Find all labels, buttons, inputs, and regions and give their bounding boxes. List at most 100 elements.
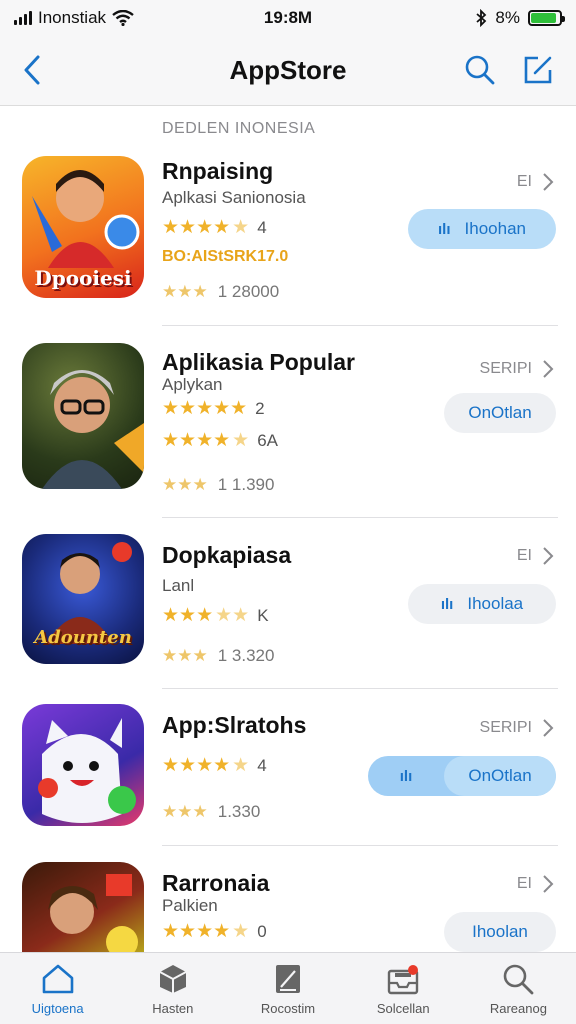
app-row[interactable]: Aplikasia Popular Aplykan ★★★★★ 2 ★★★★ ★ …	[0, 343, 576, 513]
page-title: AppStore	[229, 55, 347, 85]
app-row[interactable]: Dpooiesi Rnpaising Aplkasi Sanionosia ★★…	[0, 156, 576, 326]
price-label[interactable]: SERIPI	[480, 359, 554, 379]
app-icon: Adounten	[22, 534, 144, 664]
review-stars: ★★★ 1 3.320	[162, 646, 274, 666]
bars-icon: ılı	[438, 220, 451, 238]
price-text: EI	[516, 875, 532, 892]
get-button-label: Ihoolan	[472, 922, 528, 941]
wifi-icon	[112, 10, 134, 26]
app-row[interactable]: Adounten Dopkapiasa Lanl ★★★ ★★ K ★★★ 1 3…	[0, 534, 576, 684]
chevron-right-icon	[543, 719, 554, 737]
get-button[interactable]: ılı Ihoohan	[408, 209, 556, 249]
app-icon: Dpooiesi	[22, 156, 144, 298]
battery-fill	[531, 13, 557, 23]
price-text: EI	[516, 173, 532, 190]
get-button-label: OnOtlan	[468, 403, 532, 422]
battery-icon	[528, 10, 565, 26]
app-icon	[22, 343, 144, 489]
tab-label: Hasten	[152, 1001, 194, 1016]
price-label[interactable]: SERIPI	[480, 718, 554, 738]
chevron-right-icon	[543, 875, 554, 893]
price-text: SERIPI	[479, 360, 532, 377]
back-button[interactable]	[12, 50, 52, 90]
app-subtitle: Aplykan	[162, 375, 223, 394]
app-name: Rnpaising	[162, 158, 274, 184]
carrier-name: Inonstiak	[38, 8, 107, 27]
search-icon	[504, 964, 534, 995]
bars-icon: ılı	[440, 595, 454, 613]
rating-count: 0	[257, 921, 267, 941]
price-text: EI	[516, 547, 532, 564]
battery-percent: 8%	[495, 8, 520, 27]
section-header: DEDLEN INONESIA	[162, 120, 316, 137]
rating-count: 2	[255, 398, 265, 418]
rating-count: 4	[257, 755, 267, 775]
rating-count: 4	[257, 217, 267, 237]
star-rating: ★★★★ ★ 4	[162, 754, 267, 777]
tab-search[interactable]: Rareanog	[461, 953, 576, 1024]
tab-label: Rocostim	[260, 1001, 316, 1016]
get-button[interactable]: OnOtlan	[444, 393, 556, 433]
home-icon	[42, 964, 73, 994]
get-button-label: OnOtlan	[444, 756, 556, 796]
tab-notes[interactable]: Rocostim	[230, 953, 345, 1024]
tab-label: Uigtoena	[31, 1001, 84, 1016]
star-half-icon: ★	[232, 755, 250, 776]
get-button[interactable]: ılı OnOtlan	[368, 756, 556, 796]
search-icon	[465, 55, 495, 85]
star-icon: ★★★★★	[162, 398, 248, 419]
star-half-icon: ★	[232, 921, 250, 942]
app-name: Aplikasia Popular	[162, 349, 356, 375]
app-row[interactable]: Rarronaia Palkien ★★★★ ★ 0 EI Ihoolan	[0, 862, 576, 982]
review-stars: ★★★ 1.330	[162, 802, 260, 822]
price-label[interactable]: EI	[517, 172, 554, 192]
rating-count: K	[257, 605, 269, 625]
star-icon: ★★★★	[162, 217, 231, 238]
compose-button[interactable]	[518, 50, 558, 90]
star-icon: ★★★★	[162, 755, 231, 776]
status-bar: Inonstiak 19:8M 8%	[0, 0, 576, 36]
bluetooth-icon	[476, 9, 487, 27]
star-half-icon: ★	[232, 430, 250, 451]
star-half-icon: ★★	[215, 605, 250, 626]
divider	[162, 688, 558, 689]
app-subtitle: Palkien	[162, 896, 218, 915]
chevron-right-icon	[543, 360, 554, 378]
note-icon	[276, 965, 300, 993]
get-button[interactable]: Ihoolan	[444, 912, 556, 952]
price-label[interactable]: EI	[517, 874, 554, 894]
star-icon: ★★★	[162, 475, 208, 494]
chevron-right-icon	[543, 547, 554, 565]
get-button[interactable]: ılı Ihoolaa	[408, 584, 556, 624]
star-icon: ★★★	[162, 605, 214, 626]
inbox-icon	[388, 965, 419, 995]
review-stars: ★★★ 1 28000	[162, 282, 279, 302]
box-icon	[159, 965, 187, 993]
divider	[162, 845, 558, 846]
chevron-right-icon	[543, 173, 554, 191]
app-name: Rarronaia	[162, 870, 270, 896]
review-count: 1 3.320	[217, 646, 275, 665]
review-count: 1 1.390	[217, 475, 275, 494]
rating-count: 6A	[257, 430, 278, 450]
search-button[interactable]	[460, 50, 500, 90]
star-rating: ★★★ ★★ K	[162, 604, 269, 627]
review-count: 1 28000	[217, 282, 280, 301]
character-illustration	[42, 370, 144, 489]
tab-updates[interactable]: Solcellan	[346, 953, 461, 1024]
app-row[interactable]: App:Slratohs ★★★★ ★ 4 ★★★ 1.330 SERIPI ıl…	[0, 704, 576, 844]
tab-bar: Uigtoena Hasten Rocostim Solcellan Rarea…	[0, 952, 576, 1024]
tab-apps[interactable]: Hasten	[115, 953, 230, 1024]
chevron-left-icon	[24, 55, 40, 85]
signal-icon	[14, 11, 32, 25]
app-subtitle: Lanl	[162, 576, 195, 595]
compose-icon	[524, 56, 552, 84]
star-rating: ★★★★ ★ 4	[162, 216, 267, 239]
star-icon: ★★★	[162, 282, 208, 301]
star-rating: ★★★★★ 2	[162, 397, 265, 420]
star-icon: ★★★	[162, 802, 208, 821]
status-right: 8%	[475, 8, 565, 28]
price-label[interactable]: EI	[517, 546, 554, 566]
tab-home[interactable]: Uigtoena	[0, 953, 115, 1024]
star-rating: ★★★★ ★ 6A	[162, 429, 278, 452]
